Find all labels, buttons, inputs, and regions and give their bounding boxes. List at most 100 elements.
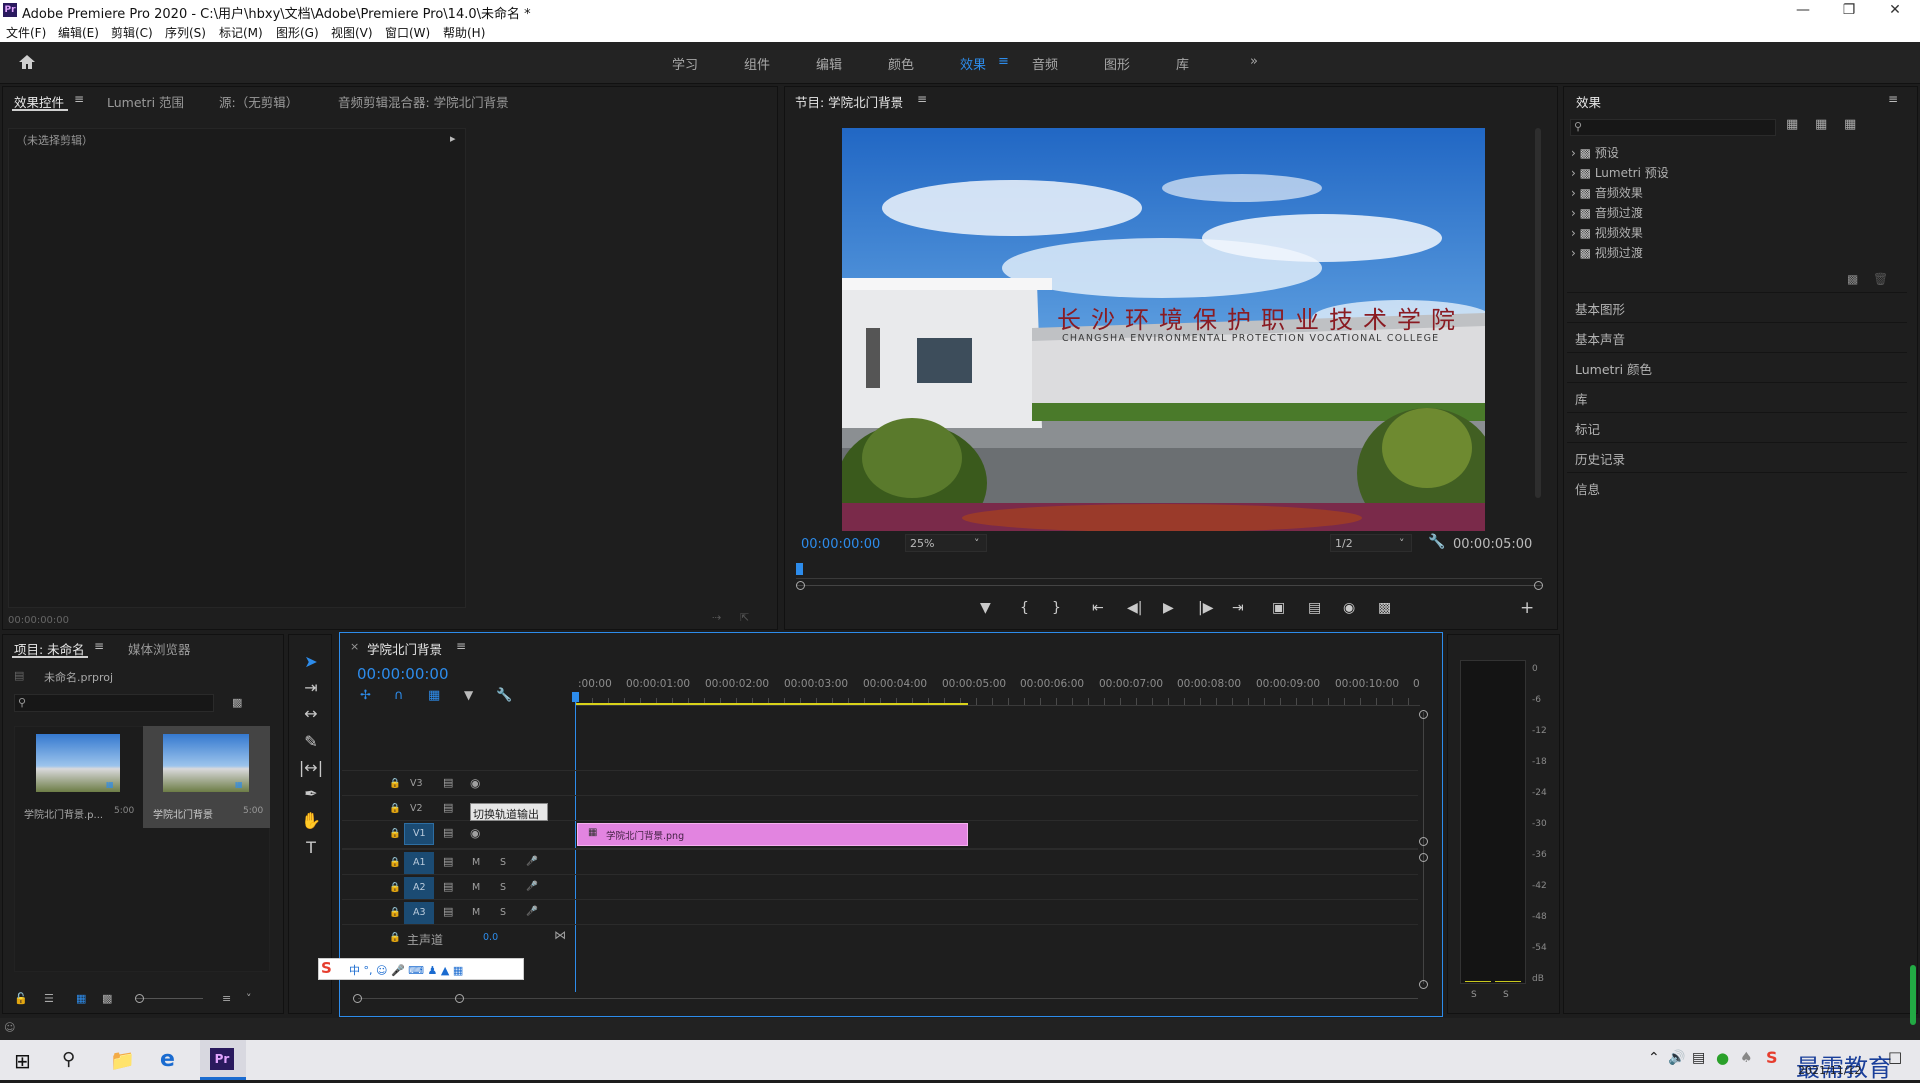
panel-libraries[interactable]: 库	[1567, 382, 1907, 408]
scroll-handle[interactable]	[1419, 853, 1428, 862]
file-explorer-icon[interactable]: 📁	[110, 1048, 135, 1072]
playhead-handle[interactable]	[572, 692, 579, 702]
thumbnail-size-slider[interactable]	[135, 994, 203, 1003]
scroll-handle[interactable]	[1419, 710, 1428, 719]
folder-lumetri-presets[interactable]: › ▩ Lumetri 预设	[1571, 164, 1669, 181]
monitor-scrollbar[interactable]	[1535, 128, 1541, 498]
workspace-audio[interactable]: 音频	[1032, 54, 1058, 73]
new-bin-icon[interactable]: ▩	[1847, 272, 1858, 286]
mute-button[interactable]: M	[472, 882, 480, 893]
share-icon[interactable]: ⇱	[740, 611, 749, 624]
playhead[interactable]	[796, 563, 803, 575]
tab-source[interactable]: 源:（无剪辑）	[219, 92, 298, 111]
panel-menu-icon[interactable]: ≡	[74, 92, 84, 106]
project-item[interactable]: ▦ 学院北门背景.p... 5:00	[20, 726, 140, 826]
sync-lock-icon[interactable]: ▤	[443, 776, 453, 789]
track-label[interactable]: A3	[413, 907, 426, 918]
eye-icon[interactable]: ◉	[470, 776, 480, 790]
restore-icon[interactable]: ❐	[1826, 0, 1872, 22]
solo-button[interactable]: S	[500, 857, 506, 868]
panel-essential-sound[interactable]: 基本声音	[1567, 322, 1907, 348]
sync-lock-icon[interactable]: ▤	[443, 826, 453, 839]
32bit-effects-icon[interactable]: ▦	[1815, 117, 1827, 132]
folder-presets[interactable]: › ▩ 预设	[1571, 144, 1619, 161]
project-item-selected[interactable]: ▦ 学院北门背景 5:00	[143, 726, 270, 828]
timeline-h-scroll[interactable]	[358, 998, 1418, 999]
workspace-libraries[interactable]: 库	[1176, 54, 1189, 73]
menu-help[interactable]: 帮助(H)	[443, 24, 485, 41]
lock-icon[interactable]: 🔒	[389, 907, 401, 918]
lock-icon[interactable]: 🔒	[389, 882, 401, 893]
lock-icon[interactable]: 🔒	[389, 778, 401, 789]
solo-button[interactable]: S	[500, 907, 506, 918]
step-back-icon[interactable]: ◀|	[1127, 600, 1142, 616]
effects-menu-icon[interactable]: ≡	[1888, 92, 1898, 106]
add-button-icon[interactable]: +	[1520, 598, 1534, 618]
security-icon[interactable]: ●	[1716, 1049, 1729, 1067]
tab-sequence[interactable]: 学院北门背景	[367, 639, 442, 658]
tab-lumetri-scope[interactable]: Lumetri 范围	[107, 92, 184, 111]
mark-out-icon[interactable]: }	[1052, 600, 1061, 616]
premiere-taskbar-button[interactable]: Pr	[200, 1040, 246, 1080]
track-label[interactable]: V2	[410, 803, 423, 814]
program-timecode[interactable]: 00:00:00:00	[801, 537, 880, 552]
work-area-bar[interactable]	[576, 703, 968, 705]
linked-selection-icon[interactable]: ▦	[428, 688, 440, 703]
ripple-edit-tool-icon[interactable]: ↔	[297, 704, 325, 728]
sort-icon[interactable]: ≡	[222, 992, 231, 1005]
scroll-handle[interactable]	[353, 994, 362, 1003]
folder-audio-transitions[interactable]: › ▩ 音频过渡	[1571, 204, 1643, 221]
microphone-icon[interactable]: 🎤	[526, 906, 538, 917]
lock-icon[interactable]: 🔒	[389, 857, 401, 868]
export-icon[interactable]: ⇢	[712, 611, 721, 624]
step-forward-icon[interactable]: |▶	[1198, 600, 1213, 616]
add-marker-icon[interactable]: ▼	[980, 600, 991, 616]
sync-lock-icon[interactable]: ▤	[443, 880, 453, 893]
go-to-out-icon[interactable]: ⇥	[1232, 600, 1244, 616]
expand-arrow-icon[interactable]: ▸	[450, 132, 456, 145]
close-tab-icon[interactable]: ×	[350, 640, 359, 653]
type-tool-icon[interactable]: T	[297, 838, 325, 862]
export-frame-icon[interactable]: ◉	[1343, 600, 1355, 616]
edge-browser-icon[interactable]: e	[160, 1047, 175, 1072]
menu-marker[interactable]: 标记(M)	[219, 24, 263, 41]
workspace-effects[interactable]: 效果	[960, 54, 986, 73]
selection-tool-icon[interactable]: ➤	[297, 652, 325, 676]
nest-icon[interactable]: ✢	[360, 688, 371, 703]
tray-chevron-icon[interactable]: ⌃	[1648, 1050, 1660, 1066]
program-menu-icon[interactable]: ≡	[917, 92, 927, 106]
meter-solo-right[interactable]: S	[1503, 990, 1509, 1000]
video-clip[interactable]: ▦ 学院北门背景.png	[577, 823, 968, 846]
project-menu-icon[interactable]: ≡	[94, 639, 104, 653]
workspace-menu-icon[interactable]: ≡	[998, 54, 1009, 69]
mute-button[interactable]: M	[472, 857, 480, 868]
folder-audio-effects[interactable]: › ▩ 音频效果	[1571, 184, 1643, 201]
scroll-handle[interactable]	[455, 994, 464, 1003]
delete-icon[interactable]: 🗑	[1873, 272, 1888, 286]
timeline-v-scroll[interactable]	[1423, 712, 1424, 984]
microphone-icon[interactable]: 🎤	[526, 856, 538, 867]
sync-lock-icon[interactable]: ▤	[443, 905, 453, 918]
sync-lock-icon[interactable]: ▤	[443, 801, 453, 814]
wrench-icon[interactable]: 🔧	[1428, 534, 1445, 550]
play-icon[interactable]: ▶	[1163, 600, 1174, 616]
panel-info[interactable]: 信息	[1567, 472, 1907, 498]
lock-icon[interactable]: 🔒	[389, 932, 401, 943]
slider-handle[interactable]	[135, 994, 144, 1003]
workspace-color[interactable]: 颜色	[888, 54, 914, 73]
network-icon[interactable]: ▤	[1692, 1050, 1705, 1066]
slip-tool-icon[interactable]: |↔|	[297, 758, 325, 782]
panel-lumetri-color[interactable]: Lumetri 颜色	[1567, 352, 1907, 378]
volume-icon[interactable]: 🔊	[1668, 1050, 1685, 1066]
menu-clip[interactable]: 剪辑(C)	[111, 24, 153, 41]
sogou-tray-icon[interactable]: S	[1766, 1048, 1778, 1067]
lock-icon[interactable]: 🔒	[389, 803, 401, 814]
track-label[interactable]: V3	[410, 778, 423, 789]
track-label[interactable]: V1	[413, 828, 426, 839]
solo-button[interactable]: S	[500, 882, 506, 893]
folder-video-effects[interactable]: › ▩ 视频效果	[1571, 224, 1643, 241]
scroll-handle[interactable]	[1419, 980, 1428, 989]
minimize-icon[interactable]: —	[1780, 0, 1826, 22]
zoom-select[interactable]: 25% ˅	[905, 534, 987, 552]
freeform-view-icon[interactable]: ▩	[102, 992, 112, 1005]
